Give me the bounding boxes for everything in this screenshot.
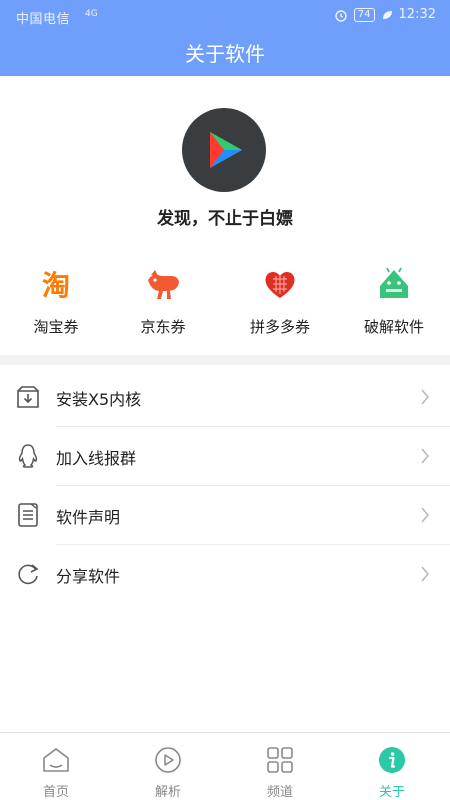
signal-indicator: 4G [85, 9, 98, 19]
chevron-right-icon [421, 448, 430, 464]
coupon-grid: 淘 淘宝券 京东券 拼多多券 破解软件 [0, 266, 450, 346]
document-icon [18, 503, 38, 527]
coupon-label: 破解软件 [363, 318, 424, 336]
tab-home[interactable]: 首页 [0, 733, 112, 800]
app-slogan: 发现，不止于白嫖 [157, 209, 293, 229]
coupon-jd[interactable]: 京东券 [107, 266, 219, 346]
qq-penguin-icon [18, 444, 38, 468]
coupon-crack-software[interactable]: 破解软件 [338, 266, 450, 346]
carrier-name: 中国电信 [16, 12, 71, 27]
chevron-right-icon [421, 507, 430, 523]
leaf-icon [382, 10, 392, 19]
menu-share[interactable]: 分享软件 [0, 545, 450, 604]
menu-label: 安装X5内核 [56, 390, 142, 409]
download-box-icon [17, 386, 39, 408]
section-divider [0, 355, 450, 365]
coupon-taobao[interactable]: 淘 淘宝券 [0, 266, 112, 346]
clock: 12:32 [398, 7, 436, 22]
menu-label: 加入线报群 [56, 449, 137, 468]
tab-channel[interactable]: 频道 [224, 733, 336, 800]
taobao-icon: 淘 [42, 269, 70, 302]
chevron-right-icon [421, 389, 430, 405]
menu-disclaimer[interactable]: 软件声明 [0, 486, 450, 545]
app-logo-icon [182, 108, 266, 192]
menu-join-group[interactable]: 加入线报群 [0, 427, 450, 486]
android-icon [380, 267, 408, 298]
refresh-share-icon [18, 564, 39, 585]
pinduoduo-heart-icon [265, 271, 295, 298]
battery-indicator: 74 [353, 7, 375, 22]
menu-label: 软件声明 [56, 508, 121, 527]
tab-label: 关于 [378, 785, 405, 800]
status-right: 74 12:32 [334, 7, 436, 22]
coupon-pinduoduo[interactable]: 拼多多券 [224, 266, 336, 346]
alarm-icon [335, 9, 347, 22]
svg-text:淘: 淘 [42, 269, 70, 302]
coupon-label: 京东券 [140, 318, 186, 336]
info-icon [379, 747, 405, 773]
coupon-label: 拼多多券 [249, 318, 310, 336]
tab-parse[interactable]: 解析 [112, 733, 224, 800]
tab-label: 频道 [266, 785, 293, 800]
status-bar: 中国电信 4G 74 12:32 [0, 0, 450, 30]
home-icon [43, 748, 69, 772]
settings-menu: 安装X5内核 加入线报群 软件声明 分享软件 [0, 368, 450, 604]
app-header: 中国电信 4G 74 12:32 关于软件 [0, 0, 450, 76]
menu-label: 分享软件 [56, 567, 121, 586]
play-circle-icon [155, 747, 181, 773]
menu-install-x5[interactable]: 安装X5内核 [0, 368, 450, 427]
tab-label: 首页 [42, 785, 69, 800]
coupon-label: 淘宝券 [33, 318, 79, 336]
tab-label: 解析 [154, 785, 181, 800]
jd-dog-icon [148, 270, 179, 299]
bottom-tab-bar: 首页 解析 频道 关于 [0, 732, 450, 800]
chevron-right-icon [421, 566, 430, 582]
grid-icon [267, 747, 293, 773]
tab-about[interactable]: 关于 [336, 733, 448, 800]
page-title: 关于软件 [185, 42, 265, 66]
